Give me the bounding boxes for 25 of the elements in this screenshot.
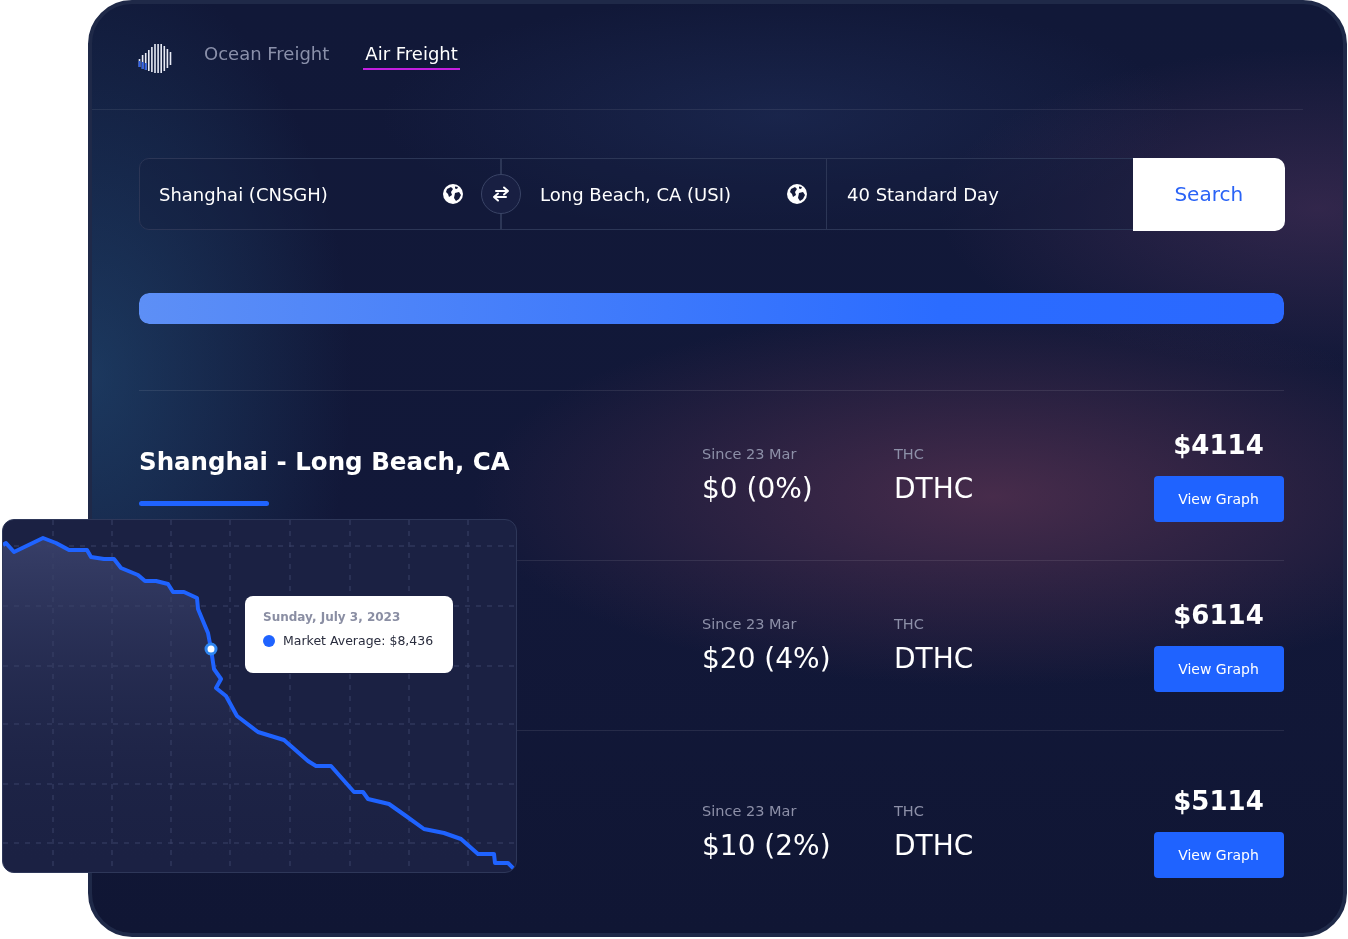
change-label: Since 23 Mar	[702, 801, 797, 820]
price-text: $6114	[1173, 599, 1264, 630]
charge-label: THC	[894, 615, 924, 633]
view-graph-button[interactable]: View Graph	[1153, 475, 1284, 522]
change-label: Since 23 Mar	[702, 445, 797, 463]
change-value: $20 (4%)	[702, 642, 831, 676]
charge-value: DTHC	[894, 472, 974, 506]
price-text: $4114	[1173, 429, 1264, 460]
charge-value: DTHC	[894, 642, 974, 676]
view-graph-button[interactable]: View Graph	[1153, 832, 1284, 878]
tooltip-date: Sunday, July 3, 2023	[263, 609, 402, 625]
charge-value: DTHC	[894, 828, 974, 863]
nav-tab[interactable]: Air Freight	[363, 43, 460, 70]
price-text: $5114	[1173, 786, 1264, 816]
route-title: Shanghai - Long Beach, CA	[139, 445, 510, 478]
charge-label: THC	[894, 445, 924, 463]
legend-dot-icon	[263, 635, 275, 647]
view-graph-button[interactable]: View Graph	[1153, 645, 1284, 692]
change-value: $10 (2%)	[702, 828, 831, 863]
change-value: $0 (0%)	[702, 472, 813, 506]
charge-label: THC	[894, 801, 924, 820]
tooltip-value: Market Average: $8,436	[283, 633, 434, 649]
nav-tab[interactable]: Ocean Freight	[202, 43, 332, 70]
change-label: Since 23 Mar	[702, 615, 797, 633]
striped-logo-icon	[138, 42, 172, 73]
